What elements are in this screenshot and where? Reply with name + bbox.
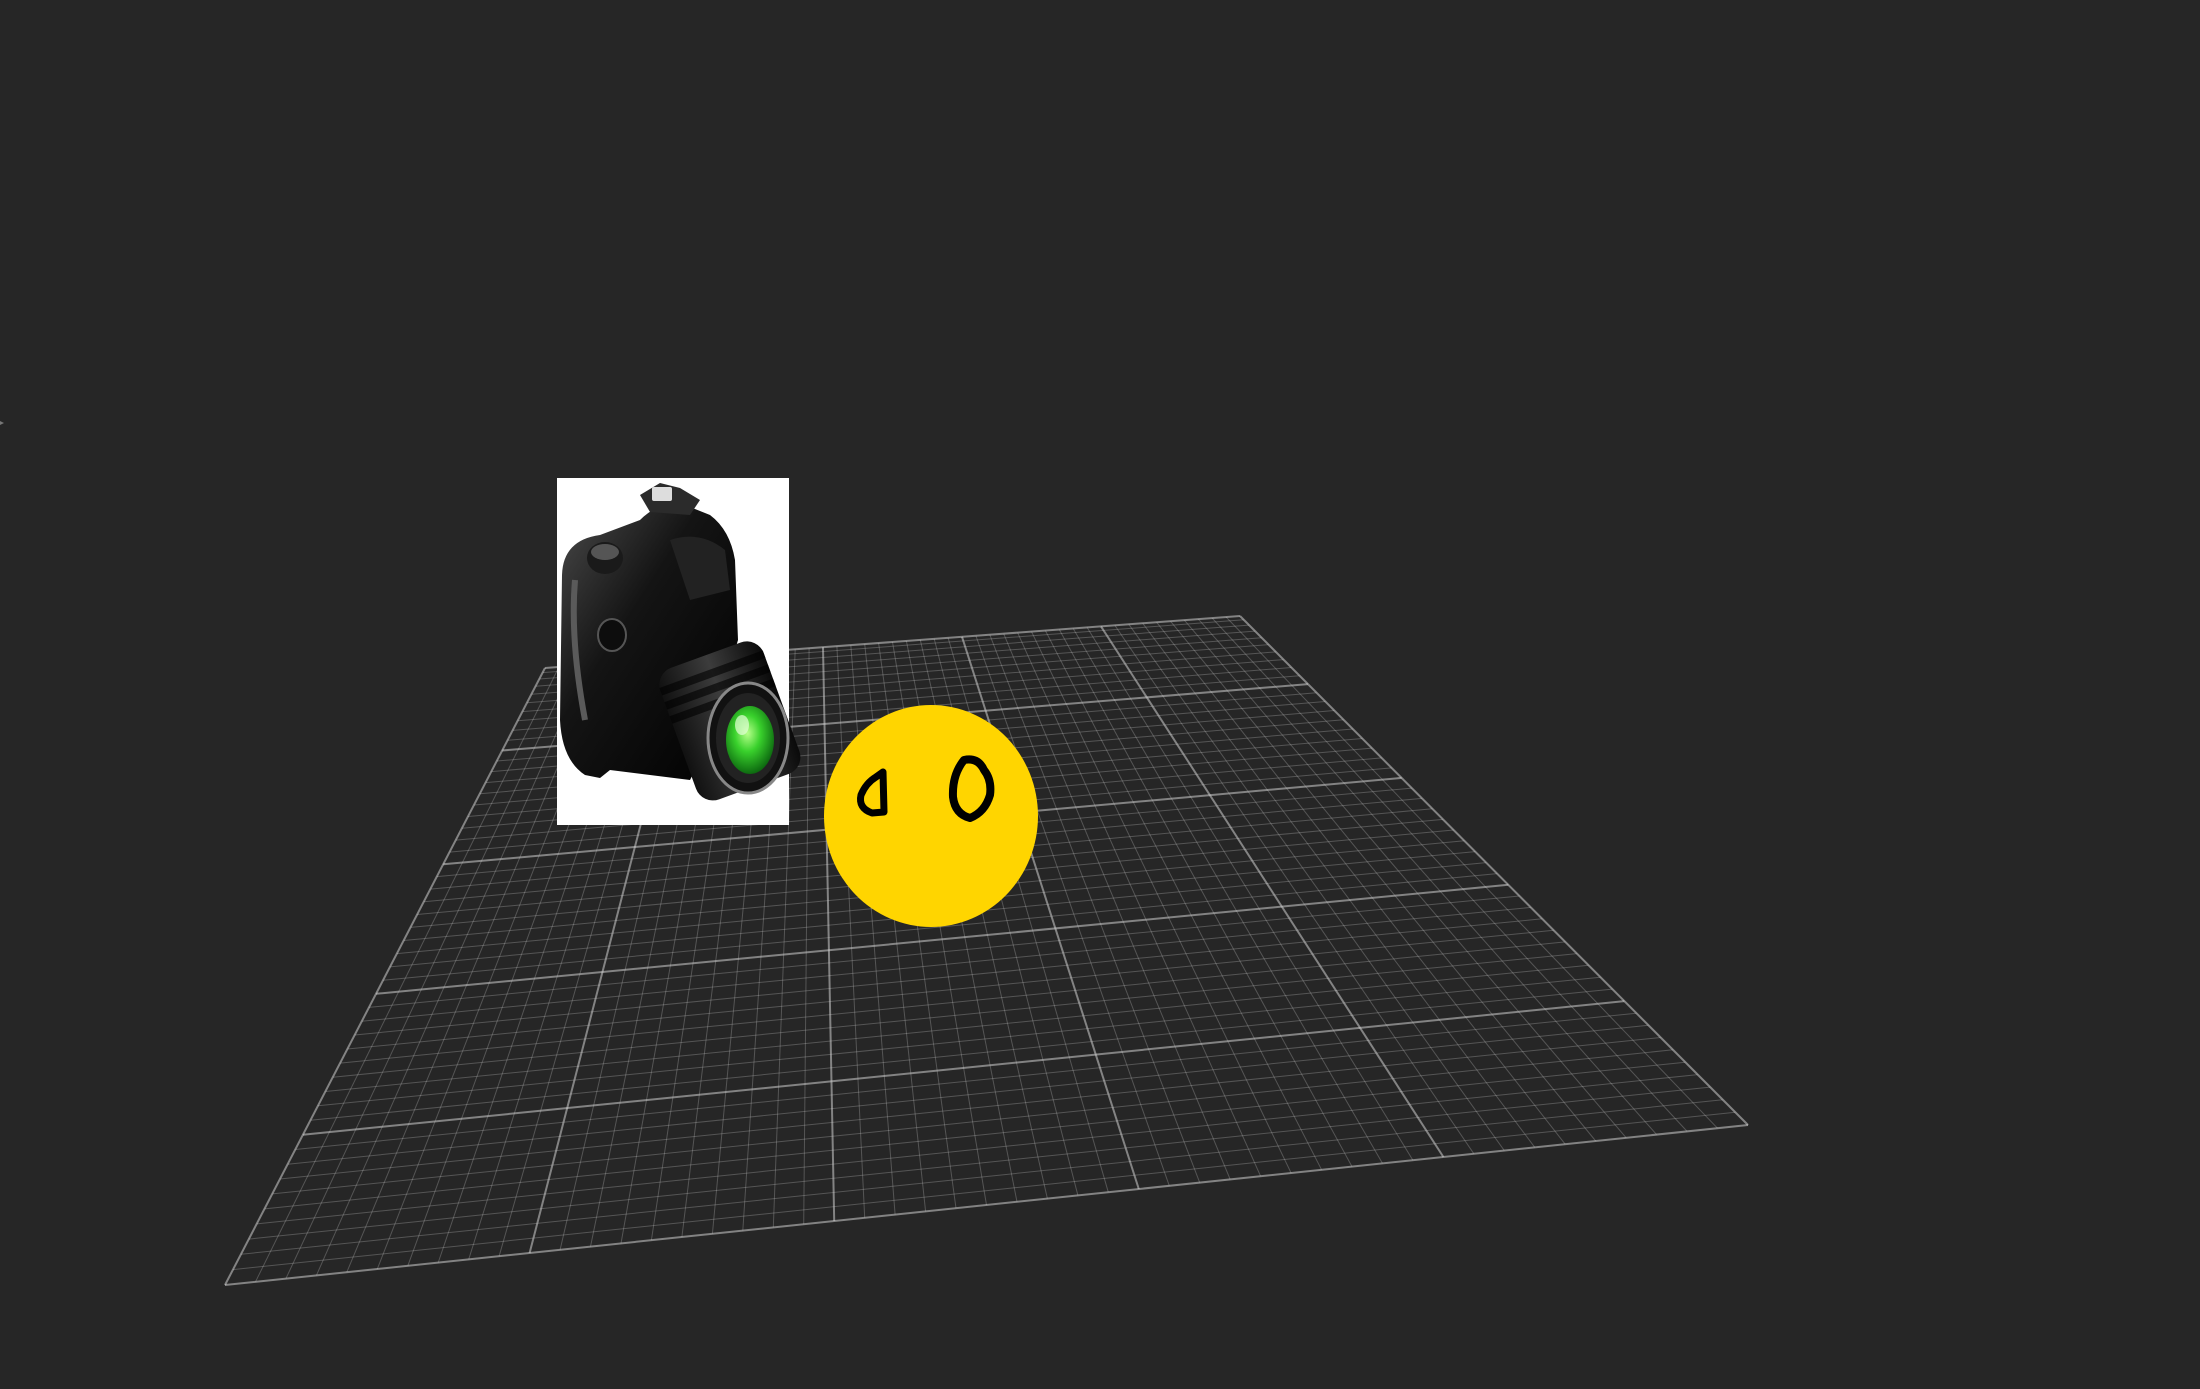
grid-major-line <box>224 1124 1749 1286</box>
grid-minor-line <box>1058 629 1353 1167</box>
grid-minor-line <box>287 1024 1649 1165</box>
grid-minor-line <box>1086 627 1414 1161</box>
grid-minor-line <box>347 929 1554 1050</box>
3d-viewport[interactable] <box>0 0 2200 1389</box>
grid-minor-line <box>317 976 1601 1107</box>
grid-minor-line <box>1197 618 1657 1135</box>
grid-minor-line <box>1225 616 1718 1129</box>
grid-minor-line <box>310 988 1613 1121</box>
grid-minor-line <box>989 634 1201 1183</box>
grid-minor-line <box>354 918 1543 1036</box>
grid-minor-line <box>332 953 1577 1078</box>
grid-minor-line <box>1156 621 1566 1145</box>
grid-minor-line <box>1184 619 1627 1139</box>
grid-minor-line <box>240 1099 1723 1255</box>
grid-minor-line <box>232 1111 1736 1271</box>
grid-minor-line <box>1003 633 1231 1180</box>
grid-minor-line <box>272 1049 1674 1195</box>
floor-grid <box>224 615 1749 1286</box>
grid-minor-line <box>295 1012 1637 1150</box>
grid-minor-line <box>325 964 1589 1092</box>
dslr-camera-icon[interactable] <box>557 478 805 825</box>
grid-minor-line <box>248 1086 1711 1240</box>
grid-minor-line <box>803 648 810 1225</box>
scene-canvas[interactable] <box>0 0 2200 1389</box>
grid-minor-line <box>1211 617 1688 1132</box>
grid-minor-line <box>1017 632 1262 1177</box>
grid-minor-line <box>340 941 1566 1064</box>
grid-minor-line <box>256 1074 1698 1225</box>
yellow-sphere-face-icon[interactable] <box>824 705 1038 927</box>
grid-minor-line <box>264 1061 1686 1210</box>
grid-minor-line <box>279 1037 1661 1180</box>
grid-minor-line <box>1142 623 1536 1148</box>
grid-minor-line <box>1072 628 1383 1164</box>
viewport-edge-marker <box>0 421 4 425</box>
